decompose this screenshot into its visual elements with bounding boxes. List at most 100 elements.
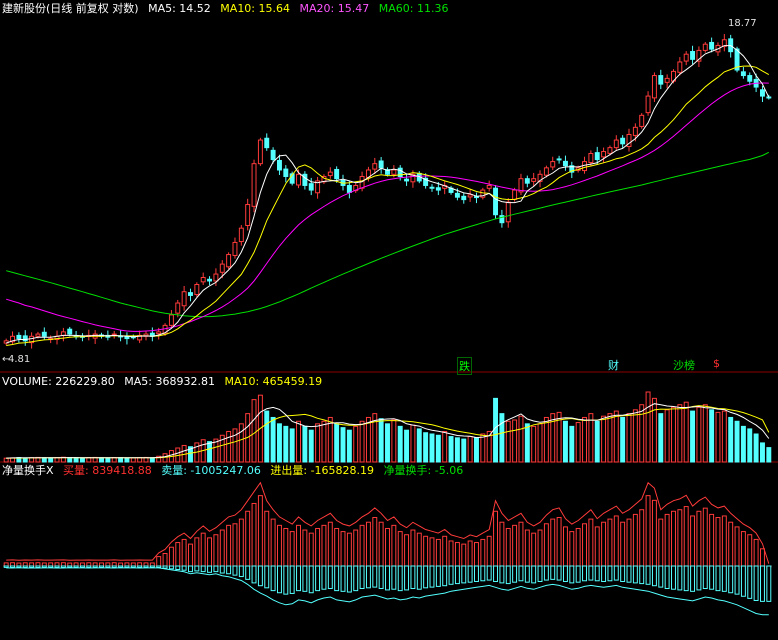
sell-bar (569, 565, 575, 584)
buy-bar (671, 510, 676, 567)
candle (251, 163, 257, 207)
sell-readout: 卖量: -1005247.06 (161, 464, 261, 477)
event-tag-board[interactable]: 沙榜 (672, 357, 696, 373)
candle (404, 178, 410, 182)
candle (524, 178, 530, 184)
buy-bar (385, 527, 390, 567)
sell-bar (524, 565, 530, 583)
buy-bar (346, 532, 352, 567)
event-tag-dollar[interactable]: $ (712, 357, 721, 370)
volume-bar (251, 399, 257, 463)
candle (543, 167, 549, 176)
volume-bar (721, 410, 727, 463)
volume-bar (397, 425, 403, 463)
volume-bar (73, 457, 79, 463)
sell-bar (397, 565, 403, 592)
candle (531, 178, 537, 182)
sell-bar (372, 565, 378, 588)
buy-bar (499, 521, 505, 567)
buy-bar (372, 517, 378, 567)
sell-bar (175, 565, 181, 571)
candle (429, 186, 435, 189)
sell-bar (410, 565, 416, 590)
buy-bar (582, 523, 587, 567)
volume-bar (340, 427, 346, 463)
volume-bar (740, 425, 746, 463)
candle (22, 335, 28, 342)
volume-bar (702, 404, 708, 463)
buy-bar (632, 513, 638, 567)
volume-bar (99, 457, 104, 463)
buy-bar (480, 538, 486, 567)
sell-bar (664, 565, 670, 590)
candle (302, 173, 308, 186)
buy-bar (359, 524, 365, 567)
sell-bar (499, 565, 505, 584)
candle (474, 196, 479, 199)
volume-bar (391, 419, 397, 463)
buy-bar (728, 521, 734, 567)
sell-bar (601, 565, 607, 582)
volume-bar (632, 409, 638, 463)
candle (219, 263, 225, 273)
volume-bar (728, 416, 734, 463)
buy-bar (238, 518, 244, 567)
sell-bar (486, 565, 492, 581)
net-in-readout: 进出量: -165828.19 (270, 464, 375, 477)
volume-bar (67, 457, 73, 463)
stock-chart-window[interactable]: 建新股份(日线 前复权 对数) MA5: 14.52 MA10: 15.64 M… (0, 0, 778, 637)
sell-bar (10, 565, 16, 568)
buy-bar (759, 548, 765, 567)
volume-bar (562, 420, 568, 463)
sell-bar (766, 565, 772, 602)
buy-bar (556, 517, 562, 567)
volume-bar (385, 423, 390, 463)
sell-bar (232, 565, 238, 576)
candle (238, 227, 244, 243)
volume-bar (296, 420, 301, 463)
candle (747, 75, 753, 82)
buy-bar (448, 540, 454, 567)
buy-bar (486, 535, 492, 567)
sell-bar (607, 565, 613, 582)
buy-bar (264, 510, 270, 567)
sell-bar (35, 565, 41, 568)
event-tag-finance[interactable]: 财 (607, 357, 620, 373)
candle (607, 147, 613, 154)
buy-bar (626, 518, 632, 567)
buy-bar (416, 532, 422, 567)
sell-bar (429, 565, 435, 588)
volume-ma10-readout: MA10: 465459.19 (224, 375, 323, 388)
buy-bar (296, 524, 301, 567)
volume-bar (454, 437, 460, 463)
buy-bar (213, 534, 219, 567)
volume-bar (753, 433, 759, 463)
sell-bar (289, 565, 295, 594)
buy-bar (188, 543, 193, 567)
candle (651, 75, 657, 99)
volume-bar (442, 430, 448, 463)
event-tag-fall[interactable]: 跌 (457, 357, 472, 375)
buy-bar (537, 529, 543, 567)
candle (601, 151, 607, 158)
candle (467, 194, 473, 198)
buy-bar (391, 524, 397, 567)
chart-canvas[interactable] (0, 0, 778, 637)
volume-bar (353, 425, 359, 463)
candle (60, 331, 66, 336)
sell-bar (111, 565, 117, 568)
sell-bar (448, 565, 454, 585)
buy-bar (721, 515, 727, 567)
sell-bar (257, 565, 263, 587)
volume-bar (105, 457, 111, 463)
sell-bar (505, 565, 511, 585)
buy-bar (740, 531, 746, 567)
buy-bar (594, 526, 600, 567)
sell-bar (283, 565, 289, 595)
buy-bar (156, 556, 162, 567)
candle (664, 77, 670, 83)
buy-bar (543, 523, 549, 567)
buy-bar (562, 526, 568, 567)
sell-bar (168, 565, 174, 570)
volume-bar (696, 406, 702, 463)
